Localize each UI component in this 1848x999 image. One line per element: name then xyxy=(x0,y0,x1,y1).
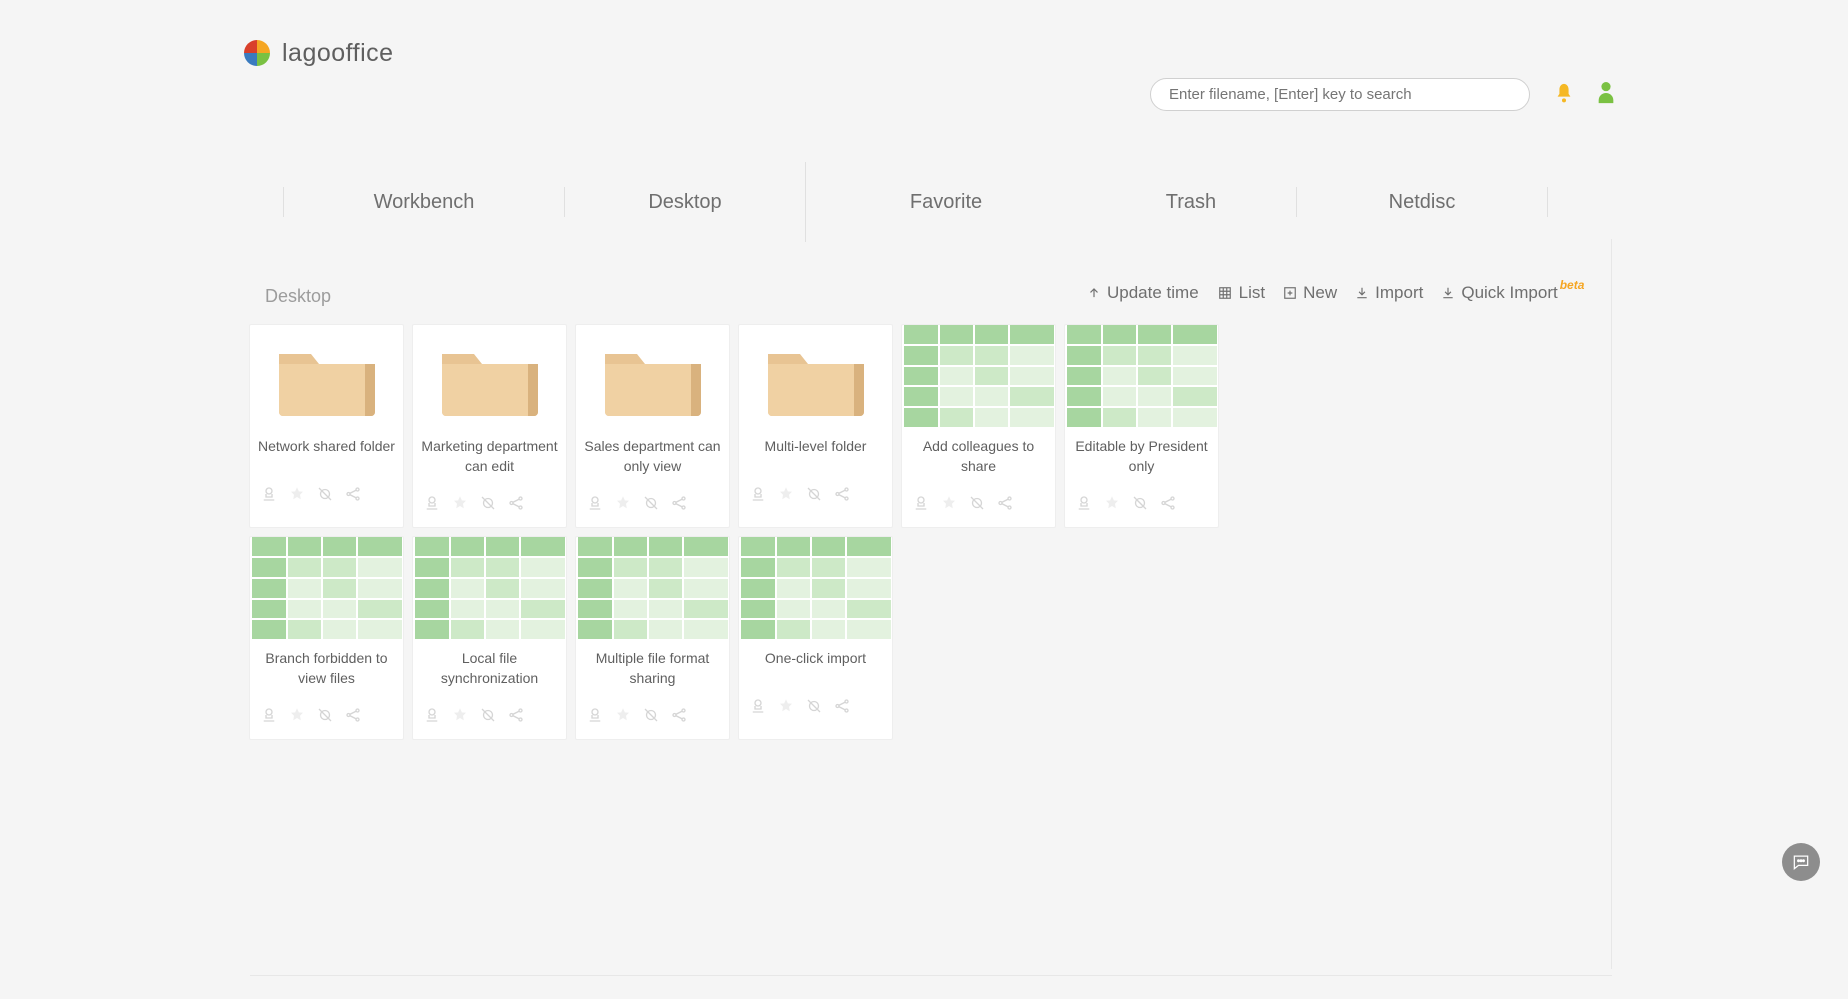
stamp-icon[interactable] xyxy=(586,494,604,517)
card-label: Local file synchronization xyxy=(413,645,566,698)
star-icon[interactable] xyxy=(614,706,632,729)
tab-trash[interactable]: Trash xyxy=(1086,191,1296,214)
stamp-icon[interactable] xyxy=(260,706,278,729)
new-label: New xyxy=(1303,283,1337,303)
card-label: Add colleagues to share xyxy=(902,433,1055,486)
folder-card[interactable]: Multi-level folder xyxy=(738,324,893,528)
card-actions xyxy=(250,698,403,739)
logo-icon xyxy=(242,38,272,68)
hide-icon[interactable] xyxy=(642,706,660,729)
star-icon[interactable] xyxy=(451,706,469,729)
sort-button[interactable]: Update time xyxy=(1087,283,1199,303)
hide-icon[interactable] xyxy=(805,697,823,720)
card-label: Network shared folder xyxy=(250,433,403,477)
hide-icon[interactable] xyxy=(316,706,334,729)
share-icon[interactable] xyxy=(507,706,525,729)
stamp-icon[interactable] xyxy=(586,706,604,729)
hide-icon[interactable] xyxy=(1131,494,1149,517)
breadcrumb: Desktop xyxy=(265,286,331,307)
hide-icon[interactable] xyxy=(479,706,497,729)
import-label: Import xyxy=(1375,283,1423,303)
star-icon[interactable] xyxy=(1103,494,1121,517)
tab-netdisc[interactable]: Netdisc xyxy=(1297,191,1547,214)
star-icon[interactable] xyxy=(777,485,795,508)
list-view-button[interactable]: List xyxy=(1217,283,1265,303)
card-actions xyxy=(739,689,892,730)
star-icon[interactable] xyxy=(288,485,306,508)
star-icon[interactable] xyxy=(451,494,469,517)
tab-desktop[interactable]: Desktop xyxy=(565,191,805,214)
stamp-icon[interactable] xyxy=(749,697,767,720)
star-icon[interactable] xyxy=(614,494,632,517)
share-icon[interactable] xyxy=(833,485,851,508)
import-button[interactable]: Import xyxy=(1355,283,1423,303)
quick-import-button[interactable]: Quick Import beta xyxy=(1441,283,1588,303)
nav-tabs: Workbench Desktop Favorite Trash Netdisc xyxy=(283,162,1548,242)
card-actions xyxy=(739,477,892,518)
tab-workbench[interactable]: Workbench xyxy=(284,191,564,214)
hide-icon[interactable] xyxy=(968,494,986,517)
share-icon[interactable] xyxy=(344,706,362,729)
share-icon[interactable] xyxy=(670,494,688,517)
logo[interactable]: lagooffice xyxy=(242,38,394,68)
folder-card[interactable]: Sales department can only view xyxy=(575,324,730,528)
card-actions xyxy=(902,486,1055,527)
card-label: Multiple file format sharing xyxy=(576,645,729,698)
folder-card[interactable]: Marketing department can edit xyxy=(412,324,567,528)
card-label: Multi-level folder xyxy=(739,433,892,477)
quick-import-label: Quick Import xyxy=(1461,283,1557,303)
share-icon[interactable] xyxy=(1159,494,1177,517)
star-icon[interactable] xyxy=(777,697,795,720)
share-icon[interactable] xyxy=(507,494,525,517)
file-card[interactable]: Multiple file format sharing xyxy=(575,536,730,740)
share-icon[interactable] xyxy=(833,697,851,720)
hide-icon[interactable] xyxy=(805,485,823,508)
tab-favorite[interactable]: Favorite xyxy=(806,191,1086,214)
card-actions xyxy=(576,486,729,527)
stamp-icon[interactable] xyxy=(1075,494,1093,517)
sort-label: Update time xyxy=(1107,283,1199,303)
share-icon[interactable] xyxy=(670,706,688,729)
folder-card[interactable]: Network shared folder xyxy=(249,324,404,528)
card-label: Branch forbidden to view files xyxy=(250,645,403,698)
card-actions xyxy=(250,477,403,518)
list-label: List xyxy=(1239,283,1265,303)
card-actions xyxy=(413,486,566,527)
chat-fab[interactable] xyxy=(1782,843,1820,881)
file-card[interactable]: Add colleagues to share xyxy=(901,324,1056,528)
search-input[interactable] xyxy=(1169,86,1511,103)
stamp-icon[interactable] xyxy=(423,706,441,729)
share-icon[interactable] xyxy=(344,485,362,508)
card-label: One-click import xyxy=(739,645,892,689)
card-actions xyxy=(1065,486,1218,527)
card-actions xyxy=(576,698,729,739)
hide-icon[interactable] xyxy=(479,494,497,517)
card-label: Editable by President only xyxy=(1065,433,1218,486)
brand-name: lagooffice xyxy=(282,39,394,68)
toolbar: Update time List New Import Quick Import… xyxy=(1087,283,1588,303)
stamp-icon[interactable] xyxy=(423,494,441,517)
star-icon[interactable] xyxy=(940,494,958,517)
file-card[interactable]: Editable by President only xyxy=(1064,324,1219,528)
file-grid: Network shared folder Marketing departme… xyxy=(249,324,1349,740)
star-icon[interactable] xyxy=(288,706,306,729)
search-bar[interactable] xyxy=(1150,78,1530,111)
file-card[interactable]: Branch forbidden to view files xyxy=(249,536,404,740)
share-icon[interactable] xyxy=(996,494,1014,517)
file-card[interactable]: One-click import xyxy=(738,536,893,740)
file-card[interactable]: Local file synchronization xyxy=(412,536,567,740)
stamp-icon[interactable] xyxy=(749,485,767,508)
card-label: Marketing department can edit xyxy=(413,433,566,486)
hide-icon[interactable] xyxy=(316,485,334,508)
beta-badge: beta xyxy=(1560,278,1585,292)
stamp-icon[interactable] xyxy=(912,494,930,517)
new-button[interactable]: New xyxy=(1283,283,1337,303)
bell-icon[interactable] xyxy=(1553,80,1575,106)
stamp-icon[interactable] xyxy=(260,485,278,508)
user-icon[interactable] xyxy=(1595,80,1617,106)
card-label: Sales department can only view xyxy=(576,433,729,486)
hide-icon[interactable] xyxy=(642,494,660,517)
card-actions xyxy=(413,698,566,739)
